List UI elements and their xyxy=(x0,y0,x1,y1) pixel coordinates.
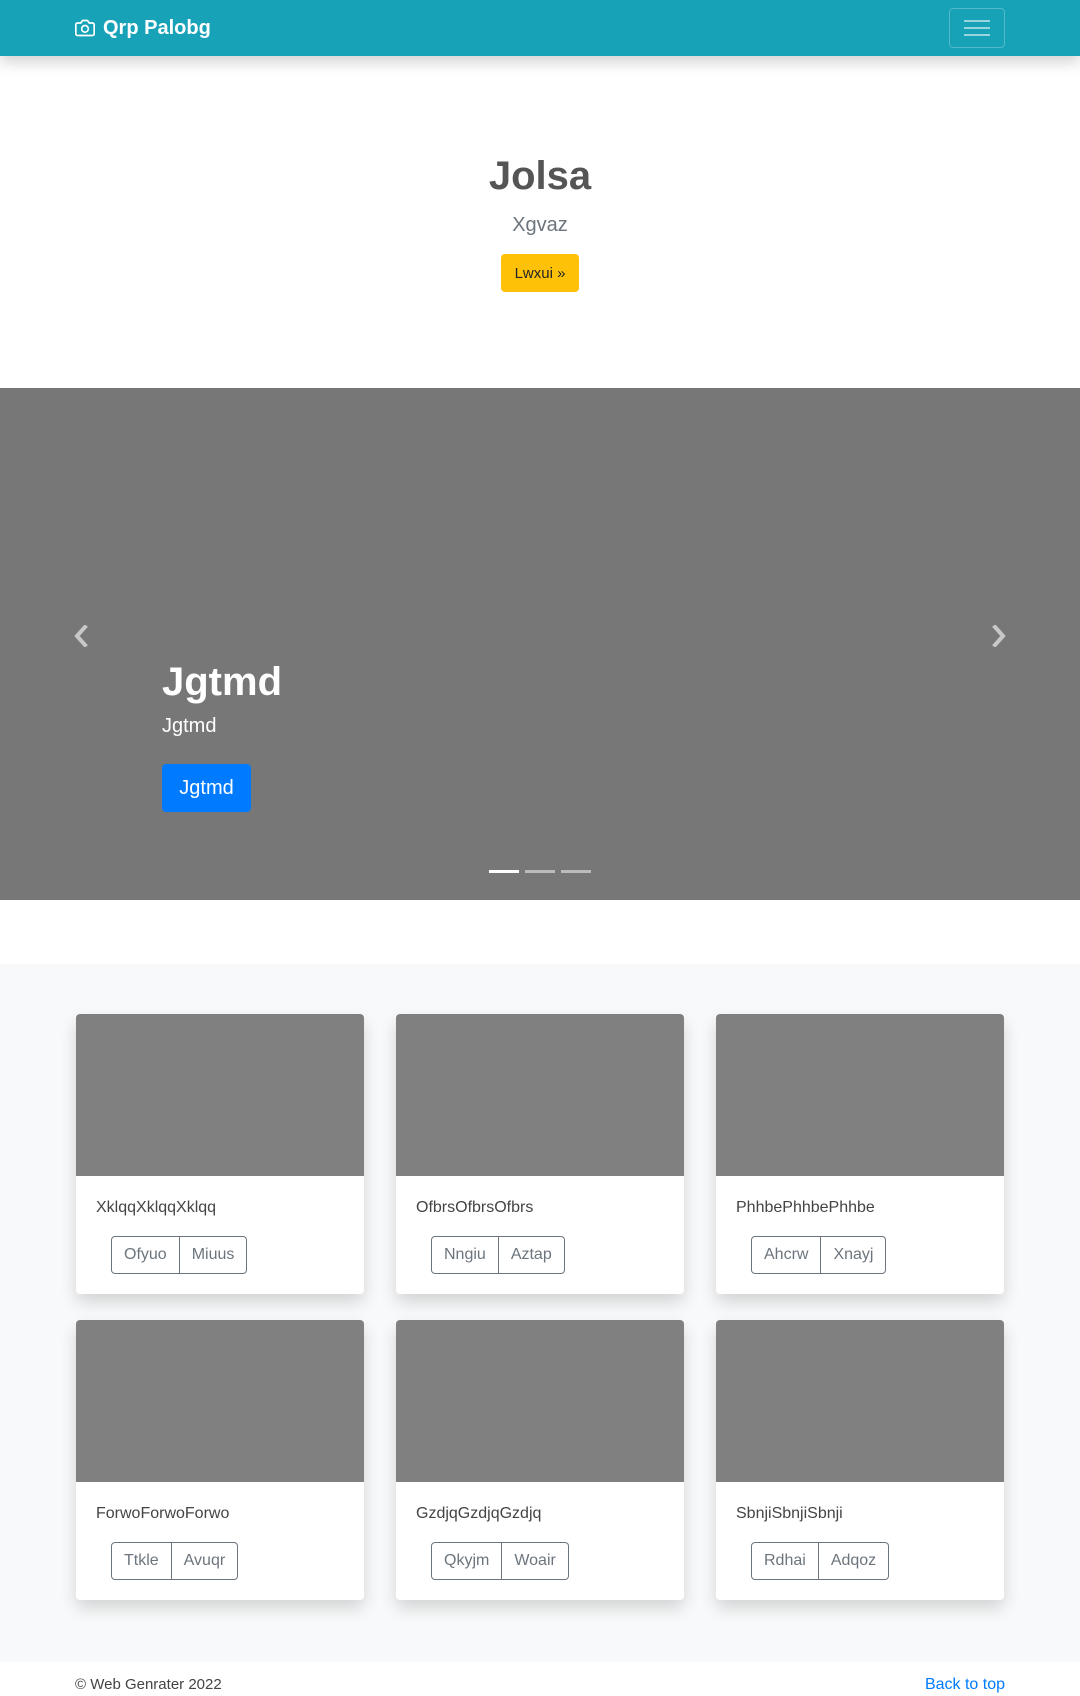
camera-icon xyxy=(75,19,95,37)
card-edit-button[interactable]: Aztap xyxy=(498,1236,565,1274)
carousel-text: Jgtmd xyxy=(162,715,217,737)
carousel-indicator-2[interactable] xyxy=(525,870,555,873)
card: XklqqXklqqXklqq Ofyuo Miuus xyxy=(76,1014,364,1294)
carousel-title: Jgtmd xyxy=(162,660,282,704)
brand-name: Qrp Palobg xyxy=(103,16,211,39)
card-image-placeholder xyxy=(76,1014,364,1176)
hero-title: Jolsa xyxy=(488,154,592,198)
card-button-group: Nngiu Aztap xyxy=(431,1236,565,1274)
card-text: PhhbePhhbePhhbe xyxy=(736,1199,875,1216)
card-image-placeholder xyxy=(396,1320,684,1482)
hero-section: Jolsa Xgvaz Lwxui » xyxy=(0,56,1080,388)
card-text: SbnjiSbnjiSbnji xyxy=(736,1505,843,1522)
carousel-indicator-1[interactable] xyxy=(489,870,519,873)
card-button-group: Qkyjm Woair xyxy=(431,1542,569,1580)
card-text: XklqqXklqqXklqq xyxy=(96,1199,217,1216)
card-edit-button[interactable]: Xnayj xyxy=(821,1236,887,1274)
card-view-button[interactable]: Nngiu xyxy=(431,1236,499,1274)
card-text: GzdjqGzdjqGzdjq xyxy=(416,1505,542,1522)
card-button-group: Ofyuo Miuus xyxy=(111,1236,248,1274)
card-image-placeholder xyxy=(76,1320,364,1482)
carousel-indicators xyxy=(489,870,591,873)
card: PhhbePhhbePhhbe Ahcrw Xnayj xyxy=(716,1014,1004,1294)
hero-cta-button[interactable]: Lwxui » xyxy=(501,254,579,292)
card: GzdjqGzdjqGzdjq Qkyjm Woair xyxy=(396,1320,684,1600)
card: SbnjiSbnjiSbnji Rdhai Adqoz xyxy=(716,1320,1004,1600)
footer-copyright: © Web Genrater 2022 xyxy=(75,1676,222,1693)
card-edit-button[interactable]: Adqoz xyxy=(818,1542,890,1580)
card-button-group: Ttkle Avuqr xyxy=(111,1542,239,1580)
card-edit-button[interactable]: Woair xyxy=(502,1542,569,1580)
chevron-right-icon xyxy=(992,625,1006,647)
navbar-toggler-button[interactable] xyxy=(949,8,1005,48)
carousel-indicator-3[interactable] xyxy=(561,870,591,873)
brand-link[interactable]: Qrp Palobg xyxy=(75,15,211,41)
carousel-caption: Jgtmd Jgtmd xyxy=(162,660,282,738)
album-section: XklqqXklqqXklqq Ofyuo Miuus OfbrsOfbrsOf… xyxy=(0,964,1080,1662)
navbar: Qrp Palobg xyxy=(0,0,1080,56)
card-text: OfbrsOfbrsOfbrs xyxy=(416,1199,534,1216)
card-view-button[interactable]: Ahcrw xyxy=(751,1236,822,1274)
card-view-button[interactable]: Rdhai xyxy=(751,1542,819,1580)
hero-subtitle: Xgvaz xyxy=(512,214,568,236)
carousel-next-button[interactable] xyxy=(979,616,1019,656)
carousel-cta-button[interactable]: Jgtmd xyxy=(162,764,251,812)
card-view-button[interactable]: Ofyuo xyxy=(111,1236,180,1274)
card-image-placeholder xyxy=(716,1320,1004,1482)
card-text: ForwoForwoForwo xyxy=(96,1505,230,1522)
carousel-prev-button[interactable] xyxy=(61,616,101,656)
card-view-button[interactable]: Ttkle xyxy=(111,1542,172,1580)
card-button-group: Ahcrw Xnayj xyxy=(751,1236,887,1274)
card-image-placeholder xyxy=(716,1014,1004,1176)
back-to-top-link[interactable]: Back to top xyxy=(925,1676,1005,1694)
card-edit-button[interactable]: Avuqr xyxy=(171,1542,239,1580)
card: OfbrsOfbrsOfbrs Nngiu Aztap xyxy=(396,1014,684,1294)
card-image-placeholder xyxy=(396,1014,684,1176)
hamburger-menu-icon xyxy=(964,20,990,36)
card-button-group: Rdhai Adqoz xyxy=(751,1542,890,1580)
card: ForwoForwoForwo Ttkle Avuqr xyxy=(76,1320,364,1600)
carousel: Jgtmd Jgtmd Jgtmd xyxy=(0,388,1080,900)
card-view-button[interactable]: Qkyjm xyxy=(431,1542,503,1580)
card-edit-button[interactable]: Miuus xyxy=(179,1236,248,1274)
chevron-left-icon xyxy=(74,625,88,647)
